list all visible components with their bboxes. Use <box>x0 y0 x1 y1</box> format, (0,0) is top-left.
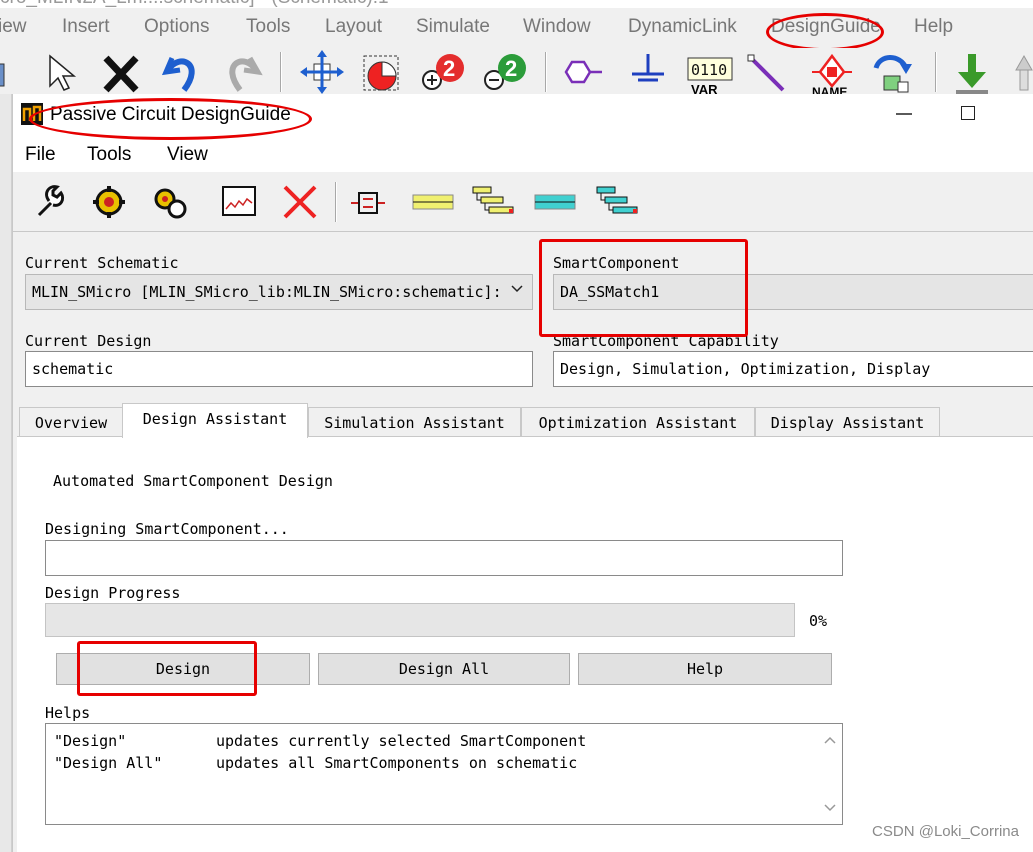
port-icon[interactable] <box>560 50 604 94</box>
designing-label: Designing SmartComponent... <box>45 520 289 538</box>
svg-text:2: 2 <box>443 56 455 81</box>
tab-design-assistant[interactable]: Design Assistant <box>122 403 308 438</box>
parent-menu-window[interactable]: Window <box>523 16 591 38</box>
design-progress-bar <box>45 603 795 637</box>
select-arrow-icon[interactable] <box>40 50 84 94</box>
menu-file[interactable]: File <box>25 144 56 166</box>
tab-overview[interactable]: Overview <box>19 407 123 437</box>
parent-menu-tools[interactable]: Tools <box>246 16 290 38</box>
delete-x-icon[interactable] <box>281 183 319 221</box>
toolbar-separator <box>935 52 937 92</box>
zoom-out-2-icon[interactable]: 2 <box>482 50 526 94</box>
helps-line: "Design" updates currently selected Smart… <box>54 732 587 750</box>
maximize-icon[interactable] <box>961 106 975 120</box>
zoom-in-2-icon[interactable]: 2 <box>420 50 464 94</box>
current-schematic-label: Current Schematic <box>25 254 179 272</box>
design-button[interactable]: Design <box>56 653 310 685</box>
dialog-toolbar <box>13 172 1033 232</box>
menu-view[interactable]: View <box>167 144 208 166</box>
designing-field <box>45 540 843 576</box>
wire-icon[interactable] <box>745 50 789 94</box>
parent-toolbar: 2 2 0110 VAR NAME <box>0 48 1033 94</box>
toolbar-separator <box>335 182 337 222</box>
partial-toolbar-icon <box>1012 50 1033 94</box>
waveform-icon[interactable] <box>221 183 259 221</box>
design-all-button[interactable]: Design All <box>318 653 570 685</box>
current-design-label: Current Design <box>25 332 152 350</box>
watermark: CSDN @Loki_Corrina <box>872 823 1019 840</box>
chevron-down-icon <box>510 282 524 300</box>
capability-label: SmartComponent Capability <box>553 332 779 350</box>
svg-text:NAME: NAME <box>812 85 847 94</box>
ground-icon[interactable] <box>626 50 670 94</box>
parent-menu-simulate[interactable]: Simulate <box>416 16 490 38</box>
parent-menu-dynamiclink[interactable]: DynamicLink <box>628 16 737 38</box>
design-assistant-panel: Automated SmartComponent Design Designin… <box>17 436 1033 852</box>
dialog-title: Passive Circuit DesignGuide <box>50 104 291 125</box>
current-schematic-value: MLIN_SMicro [MLIN_SMicro_lib:MLIN_SMicro… <box>32 283 502 301</box>
helps-line: "Design All" updates all SmartComponents … <box>54 754 578 772</box>
parent-menubar: iew Insert Options Tools Layout Simulate… <box>0 8 1033 48</box>
scroll-up-icon[interactable] <box>824 732 836 750</box>
passive-circuit-designguide-dialog: Passive Circuit DesignGuide File Tools V… <box>12 94 1033 852</box>
parent-menu-view[interactable]: iew <box>0 16 27 38</box>
redo-icon[interactable] <box>220 50 264 94</box>
help-button[interactable]: Help <box>578 653 832 685</box>
parent-menu-options[interactable]: Options <box>144 16 209 38</box>
scroll-down-icon[interactable] <box>824 800 836 818</box>
yellow-component-icon[interactable] <box>411 183 455 221</box>
svg-text:2: 2 <box>505 56 517 81</box>
parent-menu-designguide[interactable]: DesignGuide <box>771 16 881 38</box>
smartcomponent-field[interactable]: DA_SSMatch1 <box>553 274 1033 310</box>
dialog-titlebar: Passive Circuit DesignGuide <box>13 94 1033 136</box>
cyan-component-icon[interactable] <box>533 183 579 221</box>
parent-menu-help[interactable]: Help <box>914 16 953 38</box>
parent-window-edge <box>0 94 12 852</box>
progress-percent: 0% <box>809 612 828 630</box>
current-schematic-dropdown[interactable]: MLIN_SMicro [MLIN_SMicro_lib:MLIN_SMicro… <box>25 274 533 310</box>
current-design-value: schematic <box>32 360 114 378</box>
designguide-app-icon <box>21 103 43 125</box>
menu-tools[interactable]: Tools <box>87 144 131 166</box>
component-tree-icon[interactable] <box>349 183 387 221</box>
gear-multi-icon[interactable] <box>151 183 189 221</box>
toolbar-separator <box>545 52 547 92</box>
partial-toolbar-icon <box>0 50 12 94</box>
capability-field[interactable]: Design, Simulation, Optimization, Displa… <box>553 351 1033 387</box>
dialog-menubar: File Tools View <box>13 136 1033 172</box>
move-crosshair-icon[interactable] <box>300 50 344 94</box>
parent-window-title: cro_MLIN2A_Lm...:schematic] - (Schematic… <box>0 0 389 8</box>
current-design-field[interactable]: schematic <box>25 351 533 387</box>
tab-optimization-assistant[interactable]: Optimization Assistant <box>521 407 755 437</box>
name-icon[interactable]: NAME <box>806 50 858 94</box>
toolbar-separator <box>280 52 282 92</box>
undo-icon[interactable] <box>160 50 204 94</box>
rotate-icon[interactable] <box>360 50 404 94</box>
progress-label: Design Progress <box>45 584 181 602</box>
parent-menu-insert[interactable]: Insert <box>62 16 110 38</box>
parent-menu-layout[interactable]: Layout <box>325 16 382 38</box>
push-hierarchy-icon[interactable] <box>870 50 914 94</box>
var-icon-text: 0110 <box>691 61 727 79</box>
svg-text:VAR: VAR <box>691 82 718 94</box>
delete-x-icon[interactable] <box>100 50 144 94</box>
minimize-icon[interactable] <box>893 102 915 124</box>
smartcomponent-label: SmartComponent <box>553 254 680 272</box>
wrench-icon[interactable] <box>31 183 69 221</box>
tab-simulation-assistant[interactable]: Simulation Assistant <box>308 407 521 437</box>
helps-label: Helps <box>45 704 91 722</box>
pop-hierarchy-icon[interactable] <box>950 50 994 94</box>
capability-value: Design, Simulation, Optimization, Displa… <box>560 360 931 378</box>
panel-heading: Automated SmartComponent Design <box>53 472 333 490</box>
helps-textbox[interactable]: "Design" updates currently selected Smart… <box>45 723 843 825</box>
parent-window-title-strip: cro_MLIN2A_Lm...:schematic] - (Schematic… <box>0 0 1033 8</box>
tab-display-assistant[interactable]: Display Assistant <box>755 407 940 437</box>
gear-red-icon[interactable] <box>91 183 129 221</box>
smartcomponent-value: DA_SSMatch1 <box>560 283 660 301</box>
cyan-tree-icon[interactable] <box>595 183 641 221</box>
var-icon[interactable]: 0110 VAR <box>686 50 736 94</box>
yellow-tree-icon[interactable] <box>471 183 517 221</box>
